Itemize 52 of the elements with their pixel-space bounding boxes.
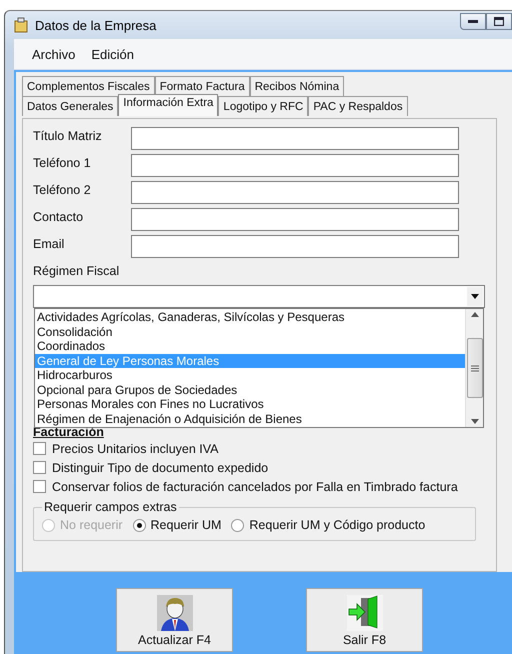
- input-field[interactable]: [131, 208, 459, 231]
- checkbox[interactable]: [33, 442, 46, 455]
- radio-button[interactable]: Requerir UM: [132, 518, 222, 532]
- tab[interactable]: Información Extra: [118, 94, 218, 116]
- person-icon: [156, 595, 192, 631]
- scroll-up-icon: [470, 312, 478, 317]
- menu-item[interactable]: Edición: [85, 44, 140, 64]
- clipboard-icon: [13, 17, 29, 33]
- input-field[interactable]: [131, 127, 459, 150]
- input-field[interactable]: [131, 154, 459, 177]
- list-option[interactable]: Personas Morales con Fines no Lucrativos: [35, 397, 465, 412]
- radio-button[interactable]: Requerir UM y Código producto: [231, 518, 426, 532]
- field-label: Teléfono 2: [33, 182, 92, 197]
- tab[interactable]: Formato Factura: [154, 76, 250, 96]
- tab[interactable]: Datos Generales: [22, 96, 118, 116]
- field-label: Título Matriz: [33, 128, 103, 143]
- list-option[interactable]: Opcional para Grupos de Sociedades: [35, 382, 465, 397]
- section-title: Facturación: [33, 425, 105, 439]
- maximize-icon: [494, 16, 504, 26]
- list-option[interactable]: Hidrocarburos: [35, 368, 465, 382]
- input-field[interactable]: [131, 181, 459, 204]
- minimize-icon: [468, 19, 478, 23]
- toolbar-button[interactable]: Actualizar F4: [116, 588, 233, 652]
- maximize-button[interactable]: [486, 12, 512, 30]
- tab[interactable]: PAC y Respaldos: [308, 96, 408, 116]
- minimize-button[interactable]: [460, 12, 486, 30]
- field-label: Régimen Fiscal: [33, 264, 120, 278]
- list-option[interactable]: Coordinados: [35, 339, 465, 354]
- list-option[interactable]: Régimen de Enajenación o Adquisición de Bienes: [35, 412, 465, 426]
- tab[interactable]: Complementos Fiscales: [22, 76, 155, 96]
- checkbox-label: Precios Unitarios incluyen IVA: [52, 442, 219, 456]
- list-option[interactable]: Actividades Agrícolas, Ganaderas, Silvícolas y Pesqueras: [35, 310, 465, 324]
- dropdown-arrow-icon: [471, 294, 479, 299]
- checkbox-label: Conservar folios de facturación cancelados por Falla en Timbrado factura: [52, 480, 458, 494]
- window-title: Datos de la Empresa: [35, 18, 156, 32]
- group-title: Requerir campos extras: [43, 500, 178, 514]
- checkbox[interactable]: [33, 480, 46, 493]
- grip-icon: [470, 364, 478, 372]
- field-label: Email: [33, 236, 66, 251]
- field-label: Teléfono 1: [33, 155, 92, 170]
- scrollbar[interactable]: [465, 309, 483, 427]
- menu-item[interactable]: Archivo: [26, 44, 82, 64]
- checkbox[interactable]: [33, 461, 46, 474]
- tab[interactable]: Recibos Nómina: [250, 76, 344, 96]
- tab[interactable]: Logotipo y RFC: [218, 96, 308, 116]
- scroll-down-icon: [470, 419, 478, 424]
- toolbar-button[interactable]: Salir F8: [306, 588, 423, 652]
- exit-door-icon: [346, 595, 382, 631]
- checkbox-label: Distinguir Tipo de documento expedido: [52, 460, 268, 474]
- input-field[interactable]: [131, 235, 459, 258]
- list-option[interactable]: Consolidación: [35, 324, 465, 339]
- field-label: Contacto: [33, 209, 84, 224]
